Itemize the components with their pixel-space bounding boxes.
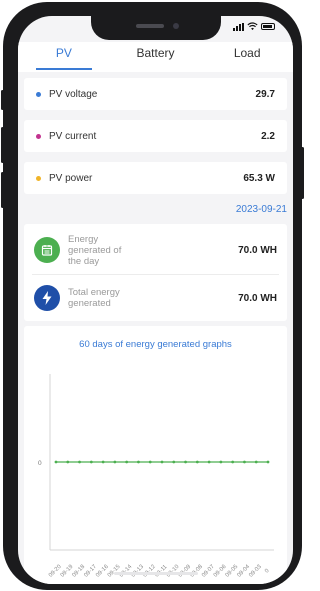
data-point[interactable] bbox=[172, 460, 176, 464]
notch bbox=[91, 16, 221, 40]
data-point[interactable] bbox=[101, 460, 105, 464]
data-point[interactable] bbox=[184, 460, 187, 464]
daily-energy-label: Energy generated of the day bbox=[68, 233, 122, 267]
pv-power-label: PV power bbox=[49, 172, 93, 184]
tab-pv[interactable]: PV bbox=[18, 42, 110, 72]
data-point[interactable] bbox=[78, 460, 81, 464]
pv-power-card: PV power 65.3 W bbox=[24, 162, 287, 194]
data-point[interactable] bbox=[113, 460, 117, 464]
data-point[interactable] bbox=[137, 460, 140, 464]
app-screen: PV Battery Load PV voltage 29.7 PV curre… bbox=[18, 16, 293, 584]
data-point[interactable] bbox=[195, 460, 199, 464]
data-point[interactable] bbox=[243, 460, 246, 464]
front-camera bbox=[173, 23, 179, 29]
mute-switch bbox=[1, 90, 4, 110]
y-tick-label: 0 bbox=[38, 460, 42, 467]
pv-current-label: PV current bbox=[49, 130, 97, 142]
speaker bbox=[136, 24, 164, 28]
energy-panel: Energy generated of the day 70.0 WH Tota… bbox=[24, 224, 287, 321]
power-button bbox=[301, 147, 304, 199]
data-point[interactable] bbox=[160, 460, 164, 464]
volume-down-button bbox=[1, 172, 4, 208]
pv-current-dot bbox=[36, 133, 41, 139]
energy-graph-card: 60 days of energy generated graphs 0 09-2… bbox=[24, 326, 287, 584]
pv-current-value: 2.2 bbox=[261, 130, 275, 142]
daily-energy-row: Energy generated of the day 70.0 WH bbox=[24, 231, 287, 269]
phone-frame: PV Battery Load PV voltage 29.7 PV curre… bbox=[1, 2, 304, 590]
total-energy-label: Total energy generated bbox=[68, 287, 120, 309]
energy-divider bbox=[32, 274, 279, 275]
tab-battery[interactable]: Battery bbox=[110, 42, 202, 72]
pv-voltage-dot bbox=[36, 91, 41, 97]
pv-voltage-card: PV voltage 29.7 bbox=[24, 78, 287, 110]
daily-energy-value: 70.0 WH bbox=[238, 244, 277, 256]
energy-chart: 009-2009-1909-1809-1709-1609-1509-1409-1… bbox=[38, 374, 274, 579]
wifi-icon bbox=[247, 22, 258, 31]
home-indicator bbox=[114, 572, 198, 575]
data-point[interactable] bbox=[219, 460, 223, 464]
pv-current-card: PV current 2.2 bbox=[24, 120, 287, 152]
date-selector[interactable]: 2023-09-21 bbox=[18, 200, 287, 220]
data-point[interactable] bbox=[89, 460, 93, 464]
data-point[interactable] bbox=[125, 460, 129, 464]
pv-power-value: 65.3 W bbox=[243, 172, 275, 184]
data-point[interactable] bbox=[266, 460, 270, 464]
total-energy-row: Total energy generated 70.0 WH bbox=[24, 282, 287, 314]
volume-up-button bbox=[1, 127, 4, 163]
data-point[interactable] bbox=[207, 460, 211, 464]
data-point[interactable] bbox=[66, 460, 70, 464]
data-point[interactable] bbox=[54, 460, 58, 464]
x-tick-label: 09-03 bbox=[248, 564, 263, 579]
battery-icon bbox=[261, 23, 275, 30]
pv-voltage-value: 29.7 bbox=[255, 88, 275, 100]
pv-voltage-label: PV voltage bbox=[49, 88, 98, 100]
data-point[interactable] bbox=[254, 460, 258, 464]
calendar-icon bbox=[34, 237, 60, 263]
data-point[interactable] bbox=[231, 460, 235, 464]
tab-load[interactable]: Load bbox=[201, 42, 293, 72]
total-energy-value: 70.0 WH bbox=[238, 292, 277, 304]
status-bar bbox=[233, 22, 275, 31]
data-point[interactable] bbox=[148, 460, 152, 464]
signal-icon bbox=[233, 22, 244, 31]
pv-power-dot bbox=[36, 175, 41, 181]
x-tick-label: 0 bbox=[264, 568, 271, 575]
bolt-icon bbox=[34, 285, 60, 311]
tab-bar: PV Battery Load bbox=[18, 42, 293, 72]
